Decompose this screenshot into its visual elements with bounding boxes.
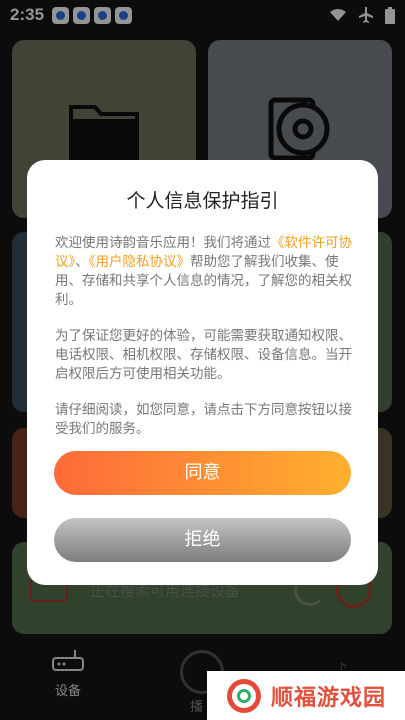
consent-paragraph: 请仔细阅读，如您同意，请点击下方同意按钮以接受我们的服务。 [55, 402, 352, 437]
watermark-text: 顺福游戏园 [271, 685, 387, 711]
privacy-policy-link[interactable]: 《用户隐私协议》 [89, 254, 190, 270]
dialog-paragraph: 欢迎使用诗韵音乐应用！我们将通过《软件许可协议》、《用户隐私协议》帮助您了解我们… [55, 234, 355, 310]
intro-text: 欢迎使用诗韵音乐应用！我们将通过 [55, 235, 271, 251]
dialog-body: 欢迎使用诗韵音乐应用！我们将通过《软件许可协议》、《用户隐私协议》帮助您了解我们… [55, 234, 355, 456]
permissions-paragraph: 为了保证您更好的体验，可能需要获取通知权限、电话权限、相机权限、存储权限、设备信… [55, 328, 352, 382]
link-separator: 、 [75, 254, 89, 270]
watermark-logo-icon [227, 678, 261, 713]
privacy-dialog: 个人信息保护指引 欢迎使用诗韵音乐应用！我们将通过《软件许可协议》、《用户隐私协… [27, 160, 378, 585]
agree-button[interactable]: 同意 [54, 451, 351, 495]
refuse-button[interactable]: 拒绝 [54, 518, 351, 562]
site-watermark: 顺福游戏园 [207, 671, 405, 720]
dialog-title: 个人信息保护指引 [126, 190, 279, 212]
